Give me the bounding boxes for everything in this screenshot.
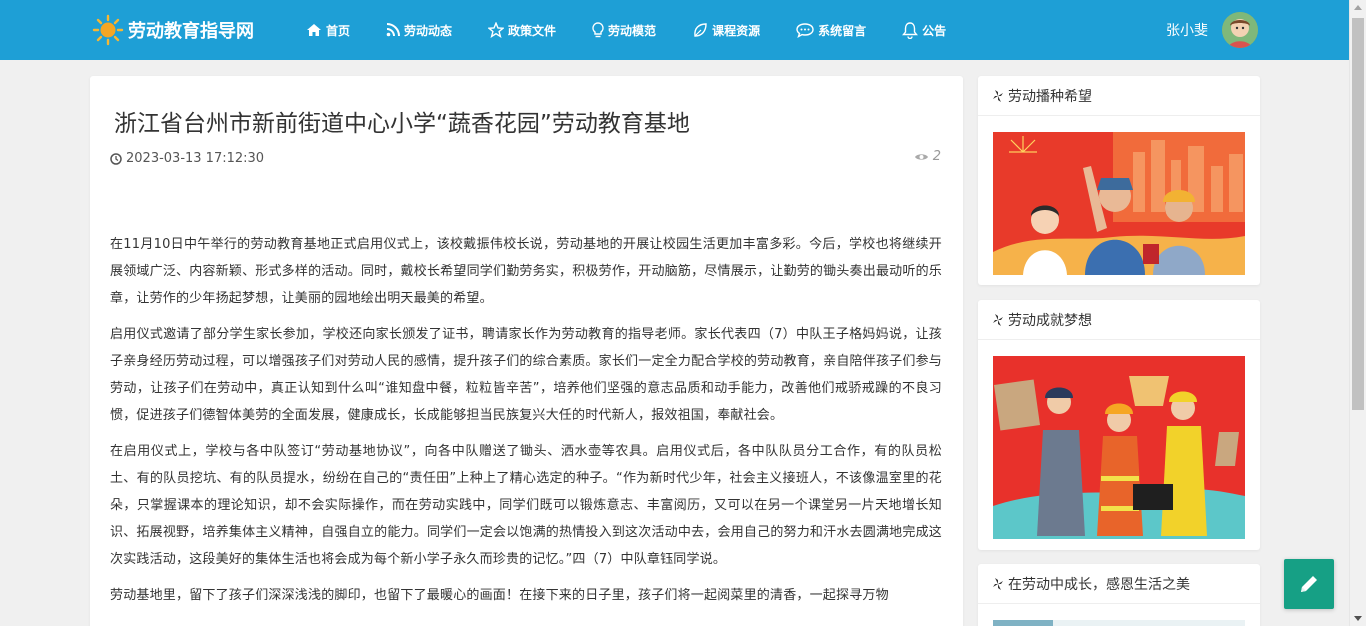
- widget-title: 在劳动中成长，感恩生活之美: [1008, 576, 1190, 593]
- article-title: 浙江省台州市新前街道中心小学“蔬香花园”劳动教育基地: [114, 111, 690, 137]
- site-logo-text: 劳动教育指导网: [128, 21, 254, 42]
- widget-header: 在劳动中成长，感恩生活之美: [978, 564, 1260, 604]
- nav-item-label: 系统留言: [818, 23, 867, 38]
- edit-fab-button[interactable]: [1284, 559, 1334, 609]
- pinwheel-icon: [993, 577, 1003, 590]
- labor-hope-poster-image[interactable]: [993, 132, 1245, 275]
- avatar[interactable]: [1222, 12, 1258, 48]
- nav-item-news[interactable]: 劳动动态: [386, 22, 452, 39]
- nav-item-courses[interactable]: 课程资源: [692, 22, 760, 39]
- leaf-icon: [694, 23, 707, 37]
- widget-title: 劳动播种希望: [1008, 88, 1092, 105]
- main-nav: 首页 劳动动态 政策文件 劳动模范 课程资源 系统留言 公告: [306, 18, 982, 42]
- sun-logo-icon: [92, 14, 124, 46]
- nav-item-label: 政策文件: [508, 23, 557, 38]
- chat-icon: [796, 23, 814, 38]
- sidebar-widget: 劳动成就梦想: [978, 300, 1260, 550]
- pinwheel-icon: [993, 89, 1003, 102]
- labor-dream-poster-image[interactable]: [993, 356, 1245, 539]
- article-datetime: 2023-03-13 17:12:30: [126, 151, 265, 166]
- nav-item-label: 劳动动态: [404, 23, 453, 38]
- article-paragraph: 启用仪式邀请了部分学生家长参加，学校还向家长颁发了证书，聘请家长作为劳动教育的指…: [110, 327, 942, 423]
- article-views: 2: [914, 149, 941, 164]
- sidebar-widget: 劳动播种希望: [978, 76, 1260, 285]
- article-card: 浙江省台州市新前街道中心小学“蔬香花园”劳动教育基地 2023-03-13 17…: [90, 76, 963, 626]
- bell-icon: [902, 22, 919, 39]
- nav-item-models[interactable]: 劳动模范: [592, 22, 656, 39]
- home-icon: [307, 24, 321, 36]
- widget-header: 劳动播种希望: [978, 76, 1260, 116]
- nav-item-home[interactable]: 首页: [306, 22, 350, 39]
- scroll-up-arrow-icon[interactable]: [1354, 5, 1362, 10]
- article-paragraph: 劳动基地里，留下了孩子们深深浅浅的脚印，也留下了最暖心的画面！在接下来的日子里，…: [110, 588, 889, 603]
- site-logo[interactable]: 劳动教育指导网: [92, 14, 254, 46]
- labor-growth-poster-image[interactable]: [993, 620, 1245, 626]
- widget-title: 劳动成就梦想: [1008, 312, 1092, 329]
- nav-item-label: 首页: [326, 23, 351, 38]
- scroll-thumb[interactable]: [1352, 18, 1364, 410]
- top-navbar: 劳动教育指导网 首页 劳动动态 政策文件 劳动模范 课程资源 系统留言 公告 张…: [0, 0, 1349, 60]
- scroll-down-arrow-icon[interactable]: [1354, 616, 1362, 621]
- article-content: 在11月10日中午举行的劳动教育基地正式启用仪式上，该校戴振伟校长说，劳动基地的…: [110, 231, 942, 618]
- view-count: 2: [932, 149, 941, 164]
- clock-icon: [110, 152, 122, 165]
- nav-item-messages[interactable]: 系统留言: [796, 22, 866, 39]
- user-name: 张小斐: [1166, 23, 1208, 39]
- pencil-icon: [1301, 576, 1317, 592]
- page-scrollbar[interactable]: [1349, 0, 1366, 626]
- widget-header: 劳动成就梦想: [978, 300, 1260, 340]
- nav-item-policy[interactable]: 政策文件: [488, 22, 556, 39]
- sidebar-widget: 在劳动中成长，感恩生活之美: [978, 564, 1260, 626]
- user-menu[interactable]: 张小斐: [1166, 12, 1258, 48]
- rss-icon: [386, 23, 401, 37]
- nav-item-label: 劳动模范: [608, 23, 657, 38]
- nav-item-label: 公告: [922, 23, 947, 38]
- eye-icon: [914, 153, 928, 160]
- nav-item-notice[interactable]: 公告: [902, 21, 946, 39]
- star-icon: [488, 22, 505, 38]
- article-paragraph: 在启用仪式上，学校与各中队签订“劳动基地协议”，向各中队赠送了锄头、洒水壶等农具…: [110, 444, 942, 567]
- article-paragraph: 在11月10日中午举行的劳动教育基地正式启用仪式上，该校戴振伟校长说，劳动基地的…: [110, 237, 942, 306]
- nav-item-label: 课程资源: [712, 23, 761, 38]
- lightbulb-icon: [592, 22, 604, 38]
- article-meta: 2023-03-13 17:12:30: [110, 151, 264, 166]
- pinwheel-icon: [993, 313, 1003, 326]
